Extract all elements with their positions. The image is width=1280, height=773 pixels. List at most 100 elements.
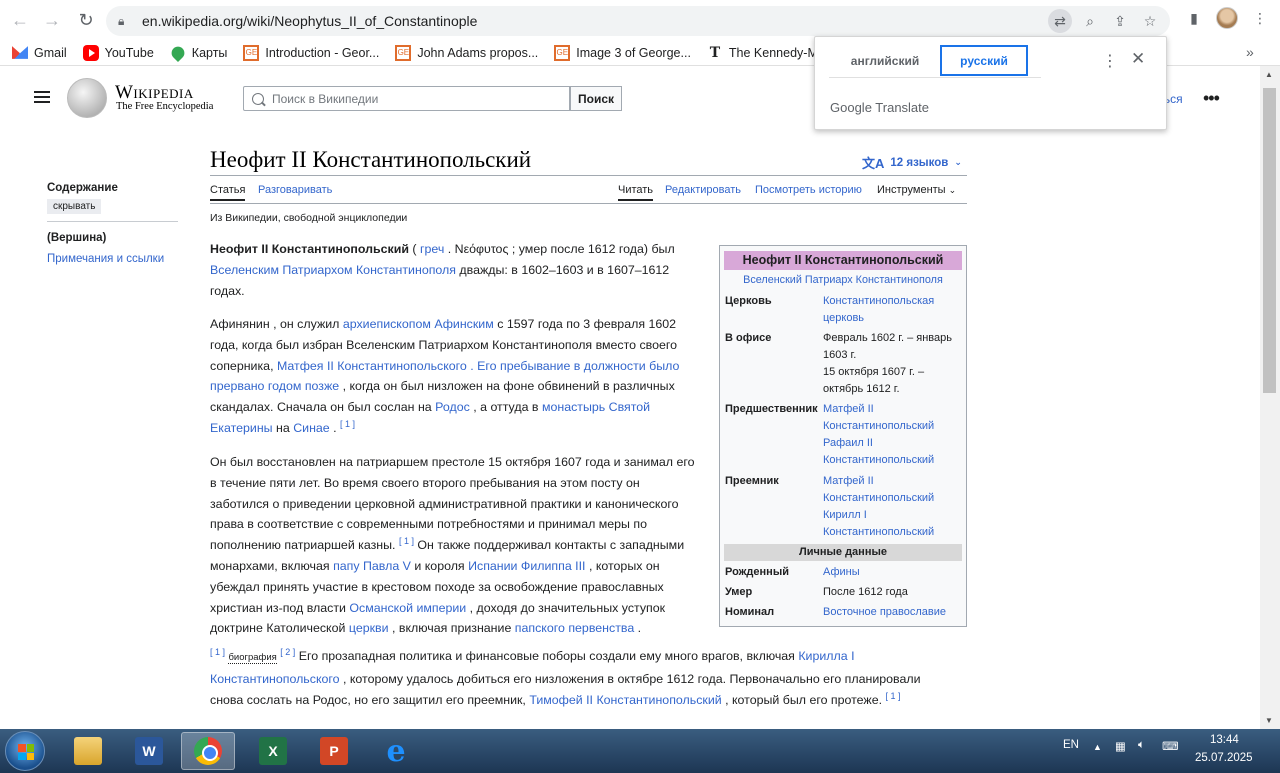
bookmark-image-3[interactable]: GE Image 3 of George... [554,44,691,61]
link-rhodes[interactable]: Родос [435,400,470,414]
taskbar-explorer[interactable] [61,732,115,770]
translate-options-icon[interactable]: ⋮ [1102,51,1118,71]
bookmark-john-adams[interactable]: GE John Adams propos... [395,44,538,61]
nyt-icon: T [709,44,721,61]
infobox-office-value: Февраль 1602 г. – январь 1603 г. 15 октя… [823,330,961,398]
forward-arrow-icon[interactable]: → [36,4,68,36]
link-timothy-ii[interactable]: Тимофей II Константинопольский [529,693,721,707]
infobox-church-link[interactable]: Константинопольская церковь [823,293,961,327]
infobox-denomination-link[interactable]: Восточное православие [823,604,961,621]
infobox-subtitle[interactable]: Вселенский Патриарх Константинополя [724,274,962,286]
youtube-icon [82,44,99,61]
link-archbishop-athens[interactable]: архиепископом Афинским [343,317,494,331]
page-scrollbar[interactable]: ▲ ▼ [1260,66,1280,729]
infobox-predecessor-value: Матфей II Константинопольский Рафаил II … [823,401,961,469]
citation-ref[interactable]: [ 1 ] [210,647,225,657]
citation-ref[interactable]: [ 2 ] [280,647,295,657]
bookmark-label: Image 3 of George... [576,45,691,60]
taskbar-ie[interactable]: e [369,732,423,770]
taskbar-chrome[interactable] [181,732,235,770]
profile-avatar[interactable] [1216,7,1238,29]
tab-history[interactable]: Посмотреть историю [755,184,862,196]
article-paragraph-1: Неофит II Константинопольский ( греч . Ν… [210,239,702,301]
close-icon[interactable]: ✕ [1131,49,1145,69]
back-arrow-icon[interactable]: ← [4,4,36,36]
scroll-up-icon[interactable]: ▲ [1265,70,1273,79]
search-button[interactable]: Поиск [570,86,622,111]
tray-expand-icon[interactable]: ▲ [1093,742,1102,752]
bookmark-gmail[interactable]: Gmail [12,45,67,61]
toc-hide-button[interactable]: скрывать [47,199,102,214]
network-icon[interactable]: ▦ [1115,739,1126,753]
taskbar-excel[interactable]: X [246,732,300,770]
successor-link[interactable]: Матфей II Константинопольский [823,473,961,507]
link-sinai[interactable]: Синае [293,421,330,435]
citation-ref[interactable]: [ 1 ] [399,536,414,546]
wikipedia-globe-logo[interactable] [67,78,107,118]
predecessor-link[interactable]: Рафаил II Константинопольский [823,435,961,469]
zoom-icon[interactable]: ⌕ [1078,9,1102,33]
input-language[interactable]: EN [1063,739,1079,751]
tab-talk[interactable]: Разговаривать [258,184,332,196]
link-church[interactable]: церкви [349,621,389,635]
translate-icon[interactable]: ⇄ [1048,9,1072,33]
address-bar[interactable]: 🔒︎ en.wikipedia.org/wiki/Neophytus_II_of… [106,6,1170,36]
tab-article[interactable]: Статья [210,184,246,201]
start-button[interactable] [5,731,45,771]
toc-item-notes[interactable]: Примечания и ссылки [47,253,164,265]
link-papal-primacy[interactable]: папского первенства [515,621,634,635]
article-subject: Неофит II Константинопольский [210,242,409,256]
clock-time[interactable]: 13:44 [1210,734,1239,746]
citation-ref[interactable]: [ 1 ] [885,691,900,701]
tab-tools-label: Инструменты [877,184,946,196]
chevron-down-icon: ⌄ [954,157,962,167]
infobox-born-link[interactable]: Афины [823,564,961,581]
url-text[interactable]: en.wikipedia.org/wiki/Neophytus_II_of_Co… [142,13,477,29]
chrome-menu-icon[interactable]: ⋮ [1248,6,1272,30]
tab-edit[interactable]: Редактировать [665,184,741,196]
more-options-icon[interactable]: ••• [1203,88,1220,109]
citation-ref[interactable]: [ 1 ] [340,419,355,429]
infobox-label: Номинал [725,606,775,618]
excel-icon: X [259,737,287,765]
link-greek[interactable]: греч [420,242,444,256]
side-panel-icon[interactable]: ▮ [1182,6,1206,30]
main-menu-icon[interactable] [34,91,50,103]
bookmark-label: Gmail [34,45,67,60]
bookmark-introduction[interactable]: GE Introduction - Geor... [243,44,379,61]
link-philip-iii[interactable]: Испании Филиппа III [468,559,585,573]
successor-link[interactable]: Кирилл I Константинопольский [823,507,961,541]
maps-pin-icon [168,43,187,62]
biography-tag[interactable]: биография [228,652,277,664]
scroll-thumb[interactable] [1263,88,1276,393]
reload-icon[interactable]: ↻ [70,4,102,36]
text: и короля [410,558,469,573]
volume-icon[interactable]: 🔈︎ [1138,739,1145,752]
windows-taskbar: W X P e EN ▲ ▦ 🔈︎ ⌨ 13:44 25.07.2025 [0,729,1280,773]
predecessor-link[interactable]: Матфей II Константинопольский [823,401,961,435]
scroll-down-icon[interactable]: ▼ [1265,716,1273,725]
bookmark-youtube[interactable]: YouTube [82,44,154,61]
languages-button[interactable]: 文A 12 языков ⌄ [862,153,962,172]
tab-read[interactable]: Читать [618,184,654,201]
keyboard-icon[interactable]: ⌨ [1162,739,1179,753]
link-pope-paul-v[interactable]: папу Павла V [333,559,411,573]
office-term-1: Февраль 1602 г. – январь 1603 г. [823,332,952,361]
share-icon[interactable]: ⇪ [1108,9,1132,33]
link-ottoman-empire[interactable]: Османской империи [349,601,466,615]
link-ecumenical-patriarch[interactable]: Вселенским Патриархом Константинополя [210,263,456,277]
toc-item-top[interactable]: (Вершина) [47,232,106,244]
taskbar-word[interactable]: W [122,732,176,770]
translate-source-language[interactable]: английский [831,45,939,76]
tab-tools[interactable]: Инструменты ⌄ [877,184,956,196]
bookmarks-overflow-icon[interactable]: » [1246,44,1254,60]
clock-date[interactable]: 25.07.2025 [1195,752,1253,764]
search-input[interactable]: Поиск в Википедии [243,86,570,111]
taskbar-powerpoint[interactable]: P [307,732,361,770]
bookmark-kennedy[interactable]: T The Kennedy-Mac [707,45,831,61]
infobox-label: Рожденный [725,566,789,578]
powerpoint-icon: P [320,737,348,765]
bookmark-star-icon[interactable]: ☆ [1138,9,1162,33]
bookmark-maps[interactable]: Карты [168,43,227,62]
translate-target-language[interactable]: русский [940,45,1028,76]
